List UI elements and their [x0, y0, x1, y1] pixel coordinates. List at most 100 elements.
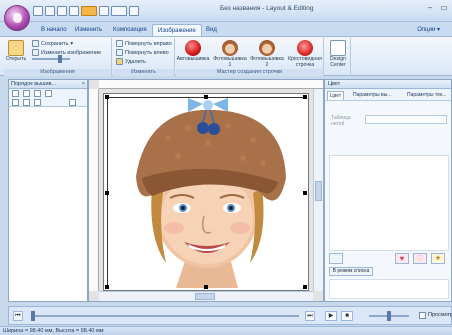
- group-icon[interactable]: [23, 99, 30, 106]
- horizontal-ruler: [99, 80, 323, 89]
- resize-handle-s[interactable]: [204, 285, 208, 289]
- sewing-order-header: Порядок вышив... ×: [9, 80, 87, 89]
- last-stitch-icon[interactable]: ⏭: [305, 311, 315, 321]
- cross-stitch-label: Крестовидная строчка: [288, 56, 322, 68]
- save-icon[interactable]: [57, 5, 67, 16]
- thread-table-select[interactable]: [365, 115, 447, 124]
- cross-stitch-button[interactable]: Крестовидная строчка: [286, 40, 324, 68]
- options-label: Опции: [417, 27, 436, 33]
- group-wizard-label: Мастер создания строчки: [176, 69, 323, 76]
- rotate-right-button[interactable]: Повернуть вправо: [116, 40, 172, 47]
- delete-icon: [116, 58, 123, 65]
- image-selection[interactable]: [105, 95, 307, 289]
- photo-stitch-2-button[interactable]: Фотовышивка 2: [250, 40, 284, 68]
- tab-sewing-attributes[interactable]: Параметры вы...: [351, 91, 393, 100]
- window-title: Без названия - Layout & Editing: [220, 5, 314, 12]
- save-image-label: Сохранить: [41, 40, 69, 47]
- resize-handle-sw[interactable]: [105, 285, 109, 289]
- print-icon[interactable]: [69, 5, 79, 16]
- tab-image[interactable]: Изображение: [152, 24, 202, 36]
- horizontal-scrollbar[interactable]: [99, 291, 313, 301]
- rotate-left-button[interactable]: Повернуть влево: [116, 49, 169, 56]
- apple-icon: [185, 40, 201, 56]
- stitch-track[interactable]: [31, 315, 299, 317]
- girl-photo-image: [108, 98, 306, 288]
- group-design-center: Design Center: [325, 38, 351, 76]
- vertical-ruler: [89, 89, 99, 291]
- preview-label: Просмотр: [428, 312, 452, 318]
- folder-icon: [8, 40, 24, 56]
- edit-image-button[interactable]: Изменить изображение: [32, 49, 101, 56]
- refresh-icon[interactable]: [23, 90, 30, 97]
- save-icon: [32, 40, 39, 47]
- zoom-icon[interactable]: [99, 5, 109, 16]
- group-change: Повернуть вправо Повернуть влево Удалить…: [113, 38, 175, 76]
- resize-handle-n[interactable]: [204, 95, 208, 99]
- pointer-icon[interactable]: [69, 99, 76, 106]
- open-button[interactable]: Открыть: [4, 40, 28, 63]
- redo-icon[interactable]: [129, 5, 139, 16]
- list-mode-button[interactable]: В режим списка: [329, 267, 373, 276]
- rotate-left-icon: [116, 49, 123, 56]
- preview-checkbox[interactable]: [419, 312, 426, 319]
- star-icon[interactable]: ★: [431, 253, 445, 264]
- select-tool-icon[interactable]: [81, 5, 97, 16]
- rotate-right-label: Повернуть вправо: [125, 40, 172, 47]
- tab-composition[interactable]: Композиция: [108, 24, 152, 36]
- auto-punch-label: Автовышивка: [176, 56, 210, 62]
- undo-icon[interactable]: [111, 5, 127, 16]
- vertical-scroll-thumb[interactable]: [315, 181, 322, 201]
- title-bar: Без названия - Layout & Editing – ▭: [0, 0, 452, 22]
- play-icon[interactable]: ▶: [325, 311, 337, 321]
- application-button[interactable]: [4, 5, 30, 31]
- photo-stitch-1-button[interactable]: Фотовышивка 1: [213, 40, 247, 68]
- status-bar: Ширина = 98.40 мм, Высота = 98.40 мм: [0, 326, 452, 335]
- stop-icon[interactable]: ■: [341, 311, 353, 321]
- color-panel: Цвет Цвет Параметры вы... Параметры тек.…: [324, 79, 452, 302]
- new-icon[interactable]: [33, 5, 43, 16]
- girl-photo: [108, 98, 306, 288]
- group-change-label: Изменить: [113, 69, 174, 76]
- resize-handle-nw[interactable]: [105, 95, 109, 99]
- design-center-button[interactable]: Design Center: [325, 40, 351, 68]
- save-image-button[interactable]: Сохранить ▾: [32, 40, 73, 47]
- options-menu[interactable]: Опции ▾: [417, 26, 440, 33]
- horizontal-scroll-thumb[interactable]: [195, 293, 215, 300]
- heart-icon[interactable]: ♥: [395, 253, 409, 264]
- resize-handle-e[interactable]: [303, 191, 307, 195]
- tab-color[interactable]: Цвет: [327, 91, 345, 100]
- layers-icon[interactable]: [12, 99, 19, 106]
- warning-icon[interactable]: [45, 90, 52, 97]
- tab-edit[interactable]: Изменить: [70, 24, 107, 36]
- group-images-label: Изображения: [4, 69, 111, 76]
- close-icon[interactable]: ×: [82, 80, 85, 89]
- restore-button[interactable]: ▭: [438, 3, 450, 15]
- first-stitch-icon[interactable]: ⏮: [13, 311, 23, 321]
- group-wizard: Автовышивка Фотовышивка 1 Фотовышивка 2 …: [176, 38, 324, 76]
- color-list[interactable]: [329, 155, 449, 251]
- design-canvas[interactable]: [88, 79, 324, 302]
- minimize-button[interactable]: –: [424, 3, 436, 15]
- delete-button[interactable]: Удалить: [116, 58, 146, 65]
- open-icon[interactable]: [45, 5, 55, 16]
- transparency-slider[interactable]: [32, 55, 70, 63]
- stitch-slider-thumb[interactable]: [31, 311, 35, 321]
- vertical-scrollbar[interactable]: [313, 89, 323, 291]
- ungroup-icon[interactable]: [34, 99, 41, 106]
- auto-punch-button[interactable]: Автовышивка: [176, 40, 210, 63]
- resize-handle-ne[interactable]: [303, 95, 307, 99]
- ribbon: Открыть Сохранить ▾ Изменить изображение…: [0, 36, 452, 76]
- tab-text-attributes[interactable]: Параметры тек...: [405, 91, 448, 100]
- heart-outline-icon[interactable]: ♡: [413, 253, 427, 264]
- zoom-icon[interactable]: [34, 90, 41, 97]
- tab-home[interactable]: В начало: [36, 24, 72, 36]
- resize-handle-w[interactable]: [105, 191, 109, 195]
- color-tool-icon[interactable]: [329, 253, 343, 264]
- group-images: Открыть Сохранить ▾ Изменить изображение…: [4, 38, 112, 76]
- resize-handle-se[interactable]: [303, 285, 307, 289]
- stitch-simulator-bar: ⏮ ⏭ ▶ ■ Просмотр: [8, 306, 452, 325]
- sort-icon[interactable]: [12, 90, 19, 97]
- speed-slider-thumb[interactable]: [387, 311, 391, 321]
- tab-view[interactable]: Вид: [201, 24, 222, 36]
- edit-image-icon: [32, 49, 39, 56]
